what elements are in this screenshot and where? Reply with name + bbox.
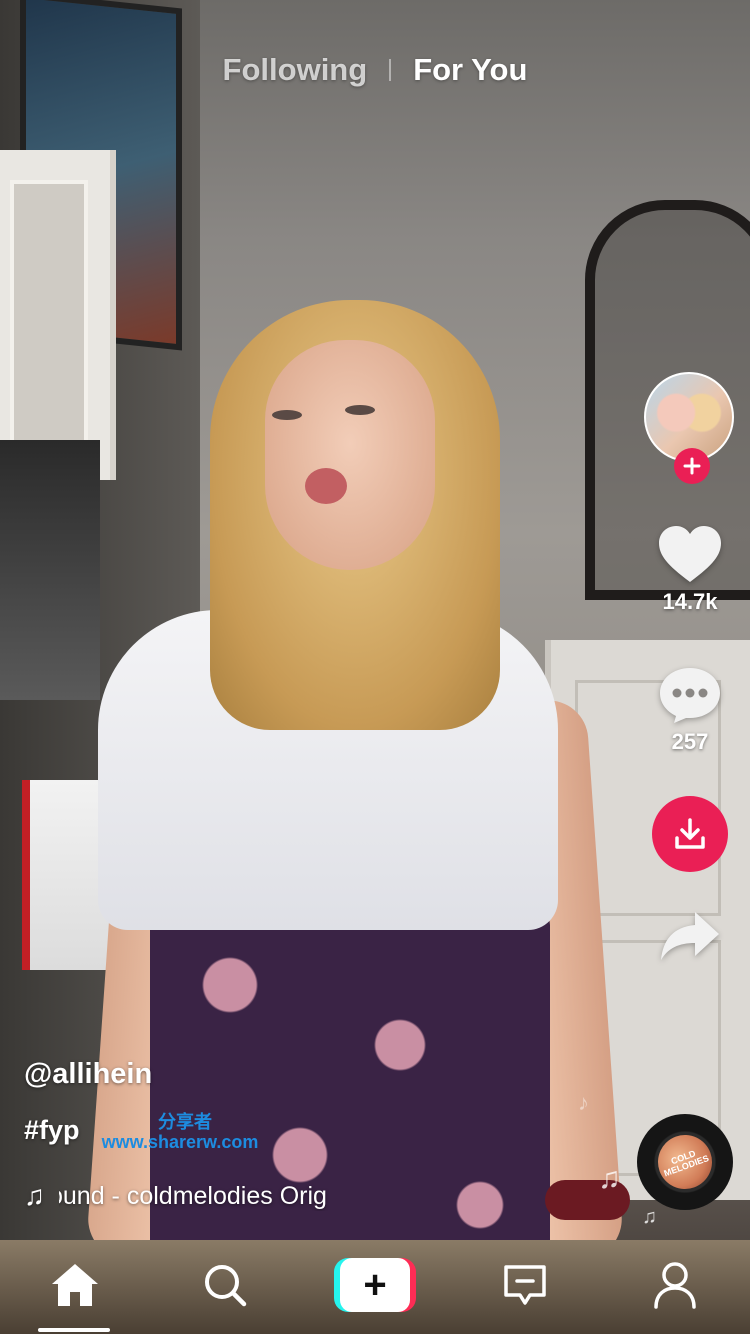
cabinet-glass: [10, 180, 88, 448]
music-title[interactable]: ound - coldmelodies Orig: [59, 1182, 454, 1211]
disc-artwork: COLD MELODIES: [650, 1127, 720, 1197]
creator-username[interactable]: @allihein: [24, 1058, 152, 1091]
person-shirt: [98, 610, 558, 930]
heart-icon[interactable]: [657, 525, 723, 585]
nav-home[interactable]: [20, 1245, 130, 1325]
download-button[interactable]: [652, 796, 728, 872]
follow-button[interactable]: [674, 448, 710, 484]
active-tab-indicator: [38, 1328, 110, 1332]
bottom-nav: +: [0, 1236, 750, 1334]
music-note-icon: ♫: [24, 1180, 45, 1211]
music-row: ♫ ound - coldmelodies Orig: [24, 1178, 454, 1214]
nav-create[interactable]: +: [320, 1245, 430, 1325]
create-button[interactable]: +: [334, 1258, 416, 1312]
feed-tabs: Following For You: [0, 40, 750, 100]
nav-discover[interactable]: [170, 1245, 280, 1325]
like-count: 14.7k: [662, 589, 718, 614]
nav-profile[interactable]: [620, 1245, 730, 1325]
home-icon: [52, 1264, 98, 1306]
comment-action: 257: [640, 665, 740, 755]
share-arrow-icon[interactable]: [659, 910, 721, 962]
inbox-icon: [504, 1265, 546, 1305]
person-eye: [345, 405, 375, 415]
person-face: [265, 340, 435, 570]
floating-note-icon: ♪: [578, 1090, 589, 1115]
person-eye: [272, 410, 302, 420]
video-caption[interactable]: #fyp: [24, 1115, 80, 1146]
like-action: 14.7k: [640, 525, 740, 615]
soda-box: [22, 780, 125, 970]
person-lips: [305, 468, 347, 504]
watermark: 分享者 www.sharerw.com: [95, 1112, 265, 1153]
floating-note-icon: ♫: [598, 1162, 621, 1195]
watermark-cn: 分享者: [158, 1112, 212, 1132]
search-icon: [205, 1265, 247, 1307]
comment-count: 257: [671, 729, 709, 754]
nav-inbox[interactable]: [470, 1245, 580, 1325]
watermark-url: www.sharerw.com: [101, 1131, 259, 1152]
profile-icon: [654, 1262, 696, 1309]
create-plus-icon: +: [340, 1258, 410, 1312]
floating-note-icon: ♫: [642, 1206, 657, 1228]
comment-icon[interactable]: [658, 665, 722, 725]
creator-avatar-group: [644, 372, 734, 484]
video-feed-screen[interactable]: Following For You 14.7k 257 @allihein #f…: [0, 0, 750, 1334]
download-icon: [675, 818, 705, 849]
microwave: [0, 440, 100, 700]
share-action: [640, 910, 740, 962]
tab-following[interactable]: Following: [201, 52, 390, 88]
kitchen-cabinet: [0, 150, 116, 480]
plus-icon: [683, 457, 701, 475]
tab-for-you[interactable]: For You: [391, 52, 549, 88]
music-disc[interactable]: COLD MELODIES: [637, 1114, 733, 1210]
download-action: [640, 796, 740, 872]
person-hair: [210, 300, 500, 730]
music-title-text: ound - coldmelodies Orig: [59, 1181, 327, 1210]
